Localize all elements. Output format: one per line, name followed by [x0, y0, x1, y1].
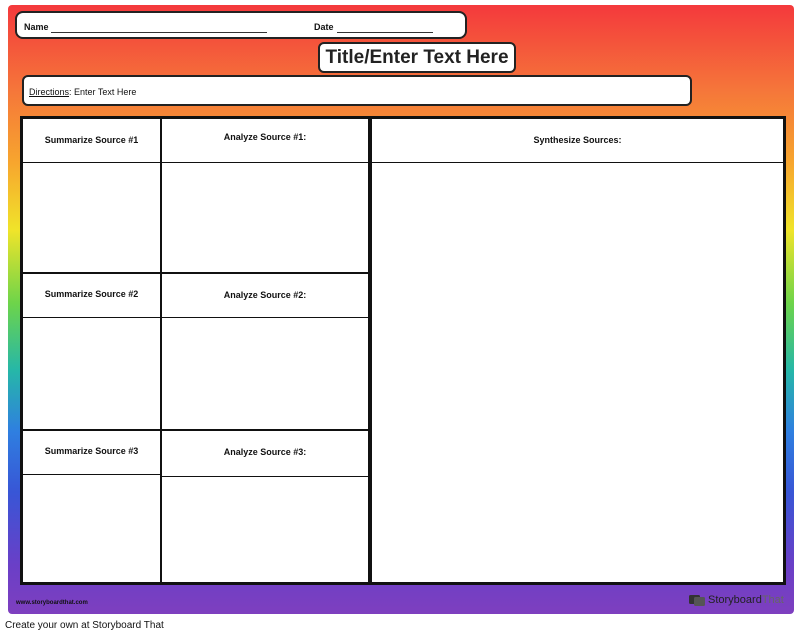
footer-url[interactable]: www.storyboardthat.com [16, 600, 88, 606]
date-field[interactable] [337, 32, 433, 33]
analyze-source-3-cell[interactable]: Analyze Source #3: [161, 430, 369, 583]
summarize-source-1-cell[interactable]: Summarize Source #1 [22, 118, 161, 273]
summarize-source-1-heading: Summarize Source #1 [23, 119, 160, 163]
logo-text-storyboard: Storyboard [708, 594, 762, 606]
analyze-source-1-heading: Analyze Source #1: [162, 119, 368, 163]
analyze-source-1-cell[interactable]: Analyze Source #1: [161, 118, 369, 273]
synthesize-sources-cell[interactable]: Synthesize Sources: [372, 118, 784, 583]
synthesize-sources-heading: Synthesize Sources: [372, 119, 783, 163]
summarize-source-2-cell[interactable]: Summarize Source #2 [22, 273, 161, 430]
directions-label: Directions [29, 87, 70, 97]
organizer-grid: Summarize Source #1 Summarize Source #2 … [20, 116, 786, 585]
analyze-source-2-heading: Analyze Source #2: [162, 274, 368, 318]
create-your-own-caption[interactable]: Create your own at Storyboard That [5, 620, 164, 631]
name-label: Name [24, 22, 49, 32]
storyboard-logo-icon [689, 595, 705, 606]
logo-text-that: That [761, 594, 784, 606]
directions-value: : Enter Text Here [69, 87, 137, 97]
name-date-bar: Name Date [15, 11, 467, 39]
storyboardthat-logo[interactable]: Storyboard That [689, 592, 784, 608]
name-field[interactable] [51, 32, 267, 33]
summarize-source-3-cell[interactable]: Summarize Source #3 [22, 430, 161, 583]
page-title[interactable]: Title/Enter Text Here [318, 42, 516, 73]
analyze-source-2-cell[interactable]: Analyze Source #2: [161, 273, 369, 430]
directions-box[interactable]: Directions: Enter Text Here [22, 75, 692, 106]
summarize-source-2-heading: Summarize Source #2 [23, 274, 160, 318]
directions-text: Directions: Enter Text Here [29, 87, 136, 97]
summarize-source-3-heading: Summarize Source #3 [23, 431, 160, 475]
date-label: Date [314, 22, 334, 32]
analyze-source-3-heading: Analyze Source #3: [162, 431, 368, 477]
